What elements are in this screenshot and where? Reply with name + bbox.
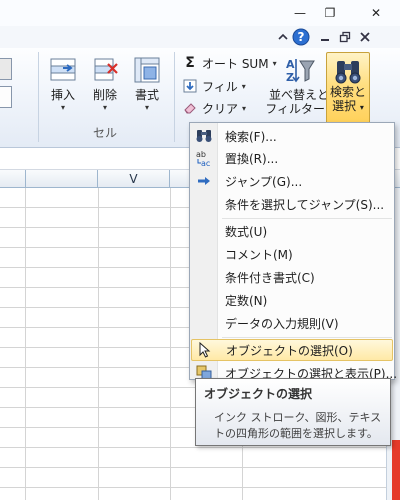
help-icon: ? bbox=[292, 28, 310, 46]
menu-separator bbox=[222, 337, 392, 338]
style-swatch-2[interactable] bbox=[0, 86, 12, 108]
menu-item-blank-icon bbox=[191, 220, 217, 242]
menu-item-blank-icon bbox=[191, 312, 217, 334]
sort-filter-label-2: フィルター ▾ bbox=[265, 102, 333, 116]
minimize-icon bbox=[321, 39, 329, 41]
svg-text:A: A bbox=[286, 58, 295, 71]
sort-filter-label-1: 並べ替えと bbox=[269, 88, 330, 102]
sigma-icon: Σ bbox=[185, 55, 195, 71]
chevron-down-icon: ▾ bbox=[144, 103, 149, 112]
fill-button[interactable]: フィル ▾ bbox=[182, 76, 246, 96]
menu-item-label: 数式(U) bbox=[225, 224, 268, 239]
svg-text:ab: ab bbox=[196, 150, 206, 159]
cells-group-caption: セル bbox=[92, 126, 117, 140]
ribbon-minimize-button[interactable] bbox=[274, 28, 292, 46]
minimize-icon: — bbox=[294, 6, 306, 20]
chevron-down-icon: ▾ bbox=[242, 103, 247, 113]
find-select-label-1: 検索と bbox=[329, 85, 366, 99]
menu-item-blank-icon bbox=[191, 289, 217, 311]
binoculars-icon bbox=[191, 125, 217, 147]
tooltip-title: オブジェクトの選択 bbox=[204, 387, 313, 401]
sort-filter-button[interactable]: A Z 並べ替えと フィルター ▾ bbox=[265, 52, 333, 120]
replace-icon: ab ac bbox=[191, 147, 217, 169]
menu-item-goto-special[interactable]: 条件を選択してジャンプ(S)... bbox=[191, 193, 393, 215]
delete-cells-icon bbox=[94, 58, 118, 81]
menu-item-label: 条件を選択してジャンプ(S)... bbox=[225, 197, 385, 212]
group-separator bbox=[38, 52, 39, 142]
red-fill-cell bbox=[392, 440, 400, 500]
menu-item-conditional-formatting[interactable]: 条件付き書式(C) bbox=[191, 266, 393, 288]
menu-item-blank-icon bbox=[191, 193, 217, 215]
find-select-button[interactable]: 検索と 選択 ▾ bbox=[326, 52, 370, 124]
close-icon bbox=[360, 32, 370, 42]
menu-item-label: コメント(M) bbox=[225, 247, 293, 262]
tooltip-description: インク ストローク、図形、テキストの四角形の範囲を選択します。 bbox=[214, 411, 382, 440]
column-header-blank[interactable] bbox=[26, 170, 98, 188]
chevron-down-icon: ▾ bbox=[241, 81, 246, 91]
window-close-button[interactable]: ✕ bbox=[362, 2, 390, 24]
menu-item-replace[interactable]: ab ac 置換(R)... bbox=[191, 147, 393, 169]
window-restore-button[interactable]: ❐ bbox=[316, 2, 344, 24]
group-separator bbox=[174, 52, 175, 142]
menu-item-data-validation[interactable]: データの入力規則(V) bbox=[191, 312, 393, 334]
grid-line bbox=[98, 188, 99, 500]
arrow-right-icon bbox=[191, 170, 217, 192]
tooltip: オブジェクトの選択 インク ストローク、図形、テキストの四角形の範囲を選択します… bbox=[195, 378, 391, 446]
menu-item-goto[interactable]: ジャンプ(G)... bbox=[191, 170, 393, 192]
menu-item-blank-icon bbox=[191, 243, 217, 265]
workbook-restore-button[interactable] bbox=[336, 28, 354, 46]
format-cells-icon bbox=[134, 57, 160, 83]
sort-filter-icon: A Z bbox=[286, 58, 315, 84]
chevron-down-icon: ▾ bbox=[60, 103, 65, 112]
clear-button[interactable]: クリア ▾ bbox=[182, 98, 246, 118]
workbook-close-button[interactable] bbox=[356, 28, 374, 46]
fill-down-icon bbox=[182, 78, 198, 94]
caret-up-icon bbox=[278, 33, 288, 40]
grid-line bbox=[170, 188, 171, 500]
insert-cells-button[interactable]: 挿入 ▾ bbox=[42, 52, 84, 120]
menu-item-label: データの入力規則(V) bbox=[225, 316, 339, 331]
help-button[interactable]: ? bbox=[292, 28, 310, 46]
window-minimize-button[interactable]: — bbox=[286, 2, 314, 24]
format-label: 書式 bbox=[134, 88, 159, 102]
menu-item-label: 検索(F)... bbox=[225, 129, 277, 144]
menu-item-find[interactable]: 検索(F)... bbox=[191, 125, 393, 147]
clear-label: クリア bbox=[202, 101, 239, 116]
find-select-label-2: 選択 ▾ bbox=[332, 99, 364, 113]
format-cells-button[interactable]: 書式 ▾ bbox=[126, 52, 168, 120]
insert-cells-icon bbox=[50, 58, 76, 81]
column-header-v[interactable]: V bbox=[98, 170, 170, 188]
restore-icon: ❐ bbox=[324, 6, 336, 20]
close-icon: ✕ bbox=[370, 6, 382, 20]
menu-item-constants[interactable]: 定数(N) bbox=[191, 289, 393, 311]
menu-item-label: 定数(N) bbox=[225, 293, 268, 308]
svg-text:ac: ac bbox=[201, 159, 210, 167]
autosum-label: オート SUM bbox=[202, 56, 269, 71]
menu-item-label: 置換(R)... bbox=[225, 151, 279, 166]
delete-cells-button[interactable]: 削除 ▾ bbox=[84, 52, 126, 120]
menu-item-comments[interactable]: コメント(M) bbox=[191, 243, 393, 265]
restore-icon bbox=[339, 31, 351, 43]
workbook-minimize-button[interactable] bbox=[316, 28, 334, 46]
autosum-button[interactable]: Σ オート SUM ▾ bbox=[182, 53, 276, 73]
svg-text:?: ? bbox=[298, 30, 305, 44]
eraser-icon bbox=[182, 100, 198, 116]
style-swatch-1[interactable] bbox=[0, 58, 12, 80]
delete-label: 削除 bbox=[92, 88, 117, 102]
column-header-blank[interactable] bbox=[0, 170, 26, 188]
menu-separator bbox=[222, 218, 392, 219]
binoculars-icon bbox=[335, 61, 361, 84]
insert-label: 挿入 bbox=[50, 88, 75, 102]
chevron-down-icon: ▾ bbox=[102, 103, 107, 112]
menu-item-label: 条件付き書式(C) bbox=[225, 270, 315, 285]
cursor-arrow-icon bbox=[192, 339, 218, 361]
menu-item-blank-icon bbox=[191, 266, 217, 288]
menu-item-label: オブジェクトの選択(O) bbox=[226, 343, 353, 358]
fill-label: フィル bbox=[202, 79, 238, 94]
menu-item-select-objects[interactable]: オブジェクトの選択(O) bbox=[191, 339, 393, 361]
menu-item-label: ジャンプ(G)... bbox=[225, 174, 303, 189]
menu-item-formulas[interactable]: 数式(U) bbox=[191, 220, 393, 242]
